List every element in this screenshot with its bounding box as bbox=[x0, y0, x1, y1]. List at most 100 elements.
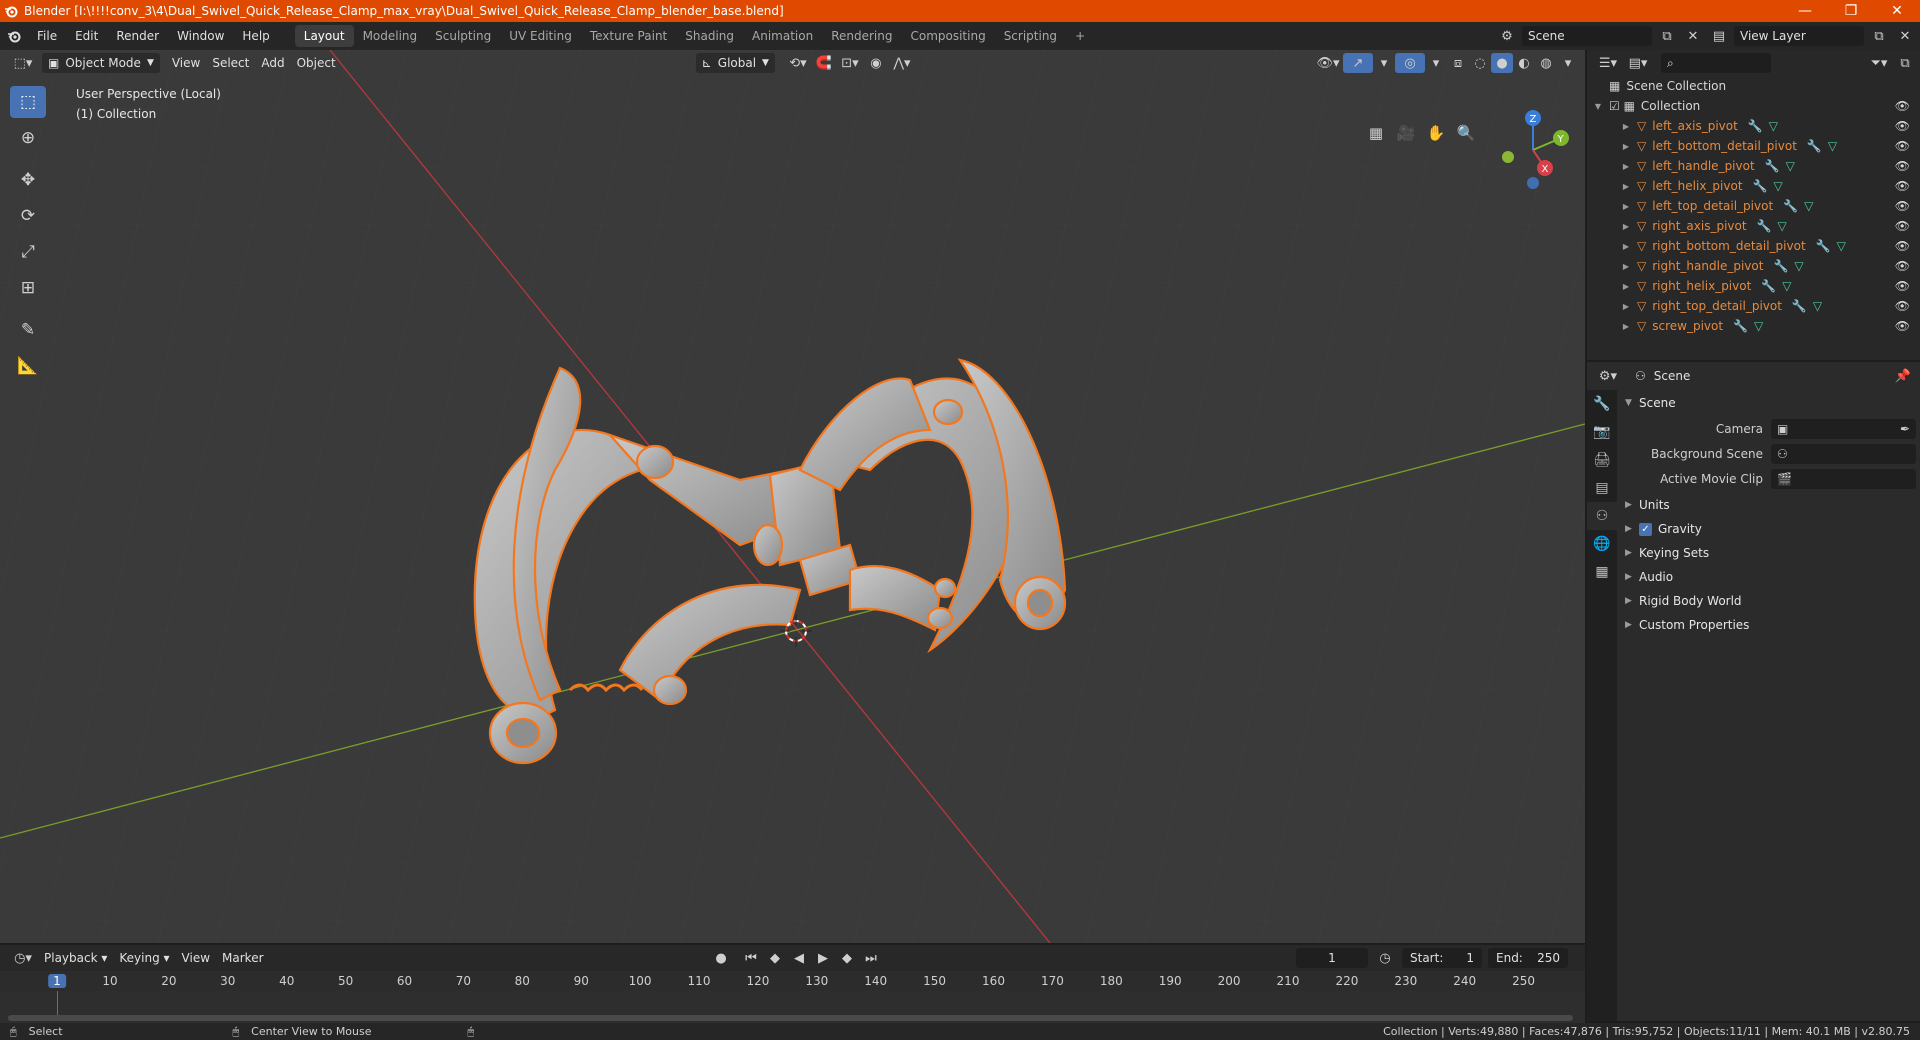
mesh-data-icon[interactable]: ▽ bbox=[1773, 179, 1782, 193]
modifier-wrench-icon[interactable]: 🔧 bbox=[1807, 139, 1822, 153]
eye-visibility-icon[interactable]: 👁 bbox=[1895, 259, 1910, 273]
eye-visibility-icon[interactable]: 👁 bbox=[1895, 179, 1910, 193]
world-tab-icon[interactable]: 🌐 bbox=[1587, 530, 1617, 558]
modifier-wrench-icon[interactable]: 🔧 bbox=[1761, 279, 1776, 293]
expand-triangle-icon[interactable]: ▶ bbox=[1587, 302, 1633, 311]
eye-visibility-icon[interactable]: 👁 bbox=[1895, 159, 1910, 173]
scene-selector[interactable]: Scene bbox=[1522, 26, 1652, 46]
mesh-data-icon[interactable]: ▽ bbox=[1837, 239, 1846, 253]
close-button[interactable]: ✕ bbox=[1874, 0, 1920, 22]
outliner-search-input[interactable]: ⌕ bbox=[1661, 53, 1771, 73]
display-mode-icon[interactable]: ▤▾ bbox=[1623, 53, 1653, 73]
shading-dropdown-icon[interactable]: ▾ bbox=[1557, 53, 1579, 73]
timeline-scrollbar[interactable] bbox=[8, 1015, 1573, 1021]
outliner-object-row[interactable]: ▶ ▽ left_bottom_detail_pivot 🔧 ▽ 👁 bbox=[1587, 136, 1920, 156]
3d-viewport[interactable]: ⬚▾ ▣ Object Mode ▼ View Select Add Objec… bbox=[0, 50, 1585, 943]
scene-tab-icon[interactable]: ⚇ bbox=[1587, 502, 1617, 530]
outliner-editor-type-icon[interactable]: ☰▾ bbox=[1593, 53, 1623, 73]
menu-help[interactable]: Help bbox=[233, 25, 278, 47]
custom-properties-panel-header[interactable]: ▶ Custom Properties bbox=[1625, 614, 1916, 636]
viewport-canvas[interactable] bbox=[0, 50, 1585, 943]
menu-render[interactable]: Render bbox=[107, 25, 168, 47]
rigid-body-world-panel-header[interactable]: ▶ Rigid Body World bbox=[1625, 590, 1916, 612]
record-icon[interactable]: ● bbox=[710, 948, 732, 968]
scene-panel-header[interactable]: ▼ Scene bbox=[1625, 392, 1916, 414]
modifier-wrench-icon[interactable]: 🔧 bbox=[1733, 319, 1748, 333]
outliner-scene-collection[interactable]: ▦ Scene Collection bbox=[1587, 76, 1920, 96]
tab-shading[interactable]: Shading bbox=[676, 25, 743, 47]
modifier-wrench-icon[interactable]: 🔧 bbox=[1765, 159, 1780, 173]
new-view-layer-icon[interactable]: ⧉ bbox=[1868, 26, 1890, 46]
start-frame-field[interactable]: Start: 1 bbox=[1402, 948, 1482, 968]
move-tool-icon[interactable]: ✥ bbox=[10, 164, 46, 196]
eyedropper-icon[interactable]: ✒ bbox=[1900, 422, 1910, 436]
outliner-collection[interactable]: ▼ ☑ ▦ Collection 👁 bbox=[1587, 96, 1920, 116]
expand-triangle-icon[interactable]: ▶ bbox=[1587, 122, 1633, 131]
jump-keyframe-back-icon[interactable]: ◆ bbox=[764, 948, 786, 968]
outliner-object-row[interactable]: ▶ ▽ right_helix_pivot 🔧 ▽ 👁 bbox=[1587, 276, 1920, 296]
eye-visibility-icon[interactable]: 👁 bbox=[1895, 279, 1910, 293]
tab-texture-paint[interactable]: Texture Paint bbox=[581, 25, 676, 47]
eye-visibility-icon[interactable]: 👁 bbox=[1895, 319, 1910, 333]
marker-menu[interactable]: Marker bbox=[216, 948, 269, 968]
expand-triangle-icon[interactable]: ▶ bbox=[1587, 182, 1633, 191]
keying-sets-panel-header[interactable]: ▶ Keying Sets bbox=[1625, 542, 1916, 564]
menu-window[interactable]: Window bbox=[168, 25, 233, 47]
view-layer-selector[interactable]: View Layer bbox=[1734, 26, 1864, 46]
timeline-ruler[interactable]: 1 10 20 30 40 50 60 70 80 90 100 110 120 130 140 150 160… bbox=[0, 971, 1585, 991]
new-scene-icon[interactable]: ⧉ bbox=[1656, 26, 1678, 46]
background-scene-field[interactable]: ⚇ bbox=[1771, 444, 1916, 464]
outliner-object-row[interactable]: ▶ ▽ left_axis_pivot 🔧 ▽ 👁 bbox=[1587, 116, 1920, 136]
gravity-panel-header[interactable]: ▶ ✓ Gravity bbox=[1625, 518, 1916, 540]
select-box-tool-icon[interactable]: ⬚ bbox=[10, 86, 46, 118]
camera-field[interactable]: ▣ ✒ bbox=[1771, 419, 1916, 439]
expand-triangle-icon[interactable]: ▶ bbox=[1587, 322, 1633, 331]
visibility-icon[interactable]: 👁▾ bbox=[1313, 53, 1343, 73]
menu-view[interactable]: View bbox=[166, 53, 206, 73]
expand-triangle-icon[interactable]: ▶ bbox=[1587, 162, 1633, 171]
eye-visibility-icon[interactable]: 👁 bbox=[1895, 299, 1910, 313]
rendered-shading-icon[interactable]: ◍ bbox=[1535, 53, 1557, 73]
mesh-data-icon[interactable]: ▽ bbox=[1782, 279, 1791, 293]
outliner-object-row[interactable]: ▶ ▽ right_top_detail_pivot 🔧 ▽ 👁 bbox=[1587, 296, 1920, 316]
rotate-tool-icon[interactable]: ⟳ bbox=[10, 200, 46, 232]
minimize-button[interactable]: — bbox=[1782, 0, 1828, 22]
end-frame-field[interactable]: End: 250 bbox=[1488, 948, 1568, 968]
expand-triangle-icon[interactable]: ▶ bbox=[1587, 202, 1633, 211]
camera-view-icon[interactable]: 🎥 bbox=[1393, 120, 1419, 146]
mesh-data-icon[interactable]: ▽ bbox=[1813, 299, 1822, 313]
falloff-icon[interactable]: ⋀▾ bbox=[887, 53, 917, 73]
zoom-view-icon[interactable]: 🔍 bbox=[1453, 120, 1479, 146]
jump-start-icon[interactable]: ⏮ bbox=[740, 948, 762, 968]
mode-selector[interactable]: ▣ Object Mode ▼ bbox=[42, 53, 160, 73]
gizmo-toggle-icon[interactable]: ↗ bbox=[1343, 53, 1373, 73]
current-frame-field[interactable]: 1 bbox=[1296, 948, 1368, 968]
texture-tab-icon[interactable]: ▦ bbox=[1587, 558, 1617, 586]
scale-tool-icon[interactable]: ⤢ bbox=[10, 236, 46, 268]
measure-tool-icon[interactable]: 📐 bbox=[10, 350, 46, 382]
play-reverse-icon[interactable]: ◀ bbox=[788, 948, 810, 968]
mesh-data-icon[interactable]: ▽ bbox=[1804, 199, 1813, 213]
menu-select[interactable]: Select bbox=[206, 53, 255, 73]
menu-file[interactable]: File bbox=[28, 25, 66, 47]
eye-visibility-icon[interactable]: 👁 bbox=[1895, 139, 1910, 153]
outliner-object-row[interactable]: ▶ ▽ right_bottom_detail_pivot 🔧 ▽ 👁 bbox=[1587, 236, 1920, 256]
tab-compositing[interactable]: Compositing bbox=[901, 25, 994, 47]
modifier-wrench-icon[interactable]: 🔧 bbox=[1753, 179, 1768, 193]
expand-triangle-icon[interactable]: ▶ bbox=[1587, 242, 1633, 251]
timeline-view-menu[interactable]: View bbox=[176, 948, 216, 968]
menu-add[interactable]: Add bbox=[255, 53, 290, 73]
tab-animation[interactable]: Animation bbox=[743, 25, 822, 47]
active-movie-clip-field[interactable]: 🎬 bbox=[1771, 469, 1916, 489]
blender-menu-icon[interactable] bbox=[0, 26, 28, 46]
eye-visibility-icon[interactable]: 👁 bbox=[1895, 99, 1910, 113]
keying-menu[interactable]: Keying ▾ bbox=[113, 948, 175, 968]
gravity-checkbox[interactable]: ✓ bbox=[1639, 522, 1652, 536]
editor-type-icon[interactable]: ⬚▾ bbox=[8, 53, 38, 73]
tab-sculpting[interactable]: Sculpting bbox=[426, 25, 500, 47]
mesh-data-icon[interactable]: ▽ bbox=[1778, 219, 1787, 233]
output-tab-icon[interactable]: 🖨 bbox=[1587, 446, 1617, 474]
current-frame-marker[interactable]: 1 bbox=[48, 974, 66, 988]
outliner-object-row[interactable]: ▶ ▽ left_helix_pivot 🔧 ▽ 👁 bbox=[1587, 176, 1920, 196]
expand-triangle-icon[interactable]: ▶ bbox=[1587, 262, 1633, 271]
